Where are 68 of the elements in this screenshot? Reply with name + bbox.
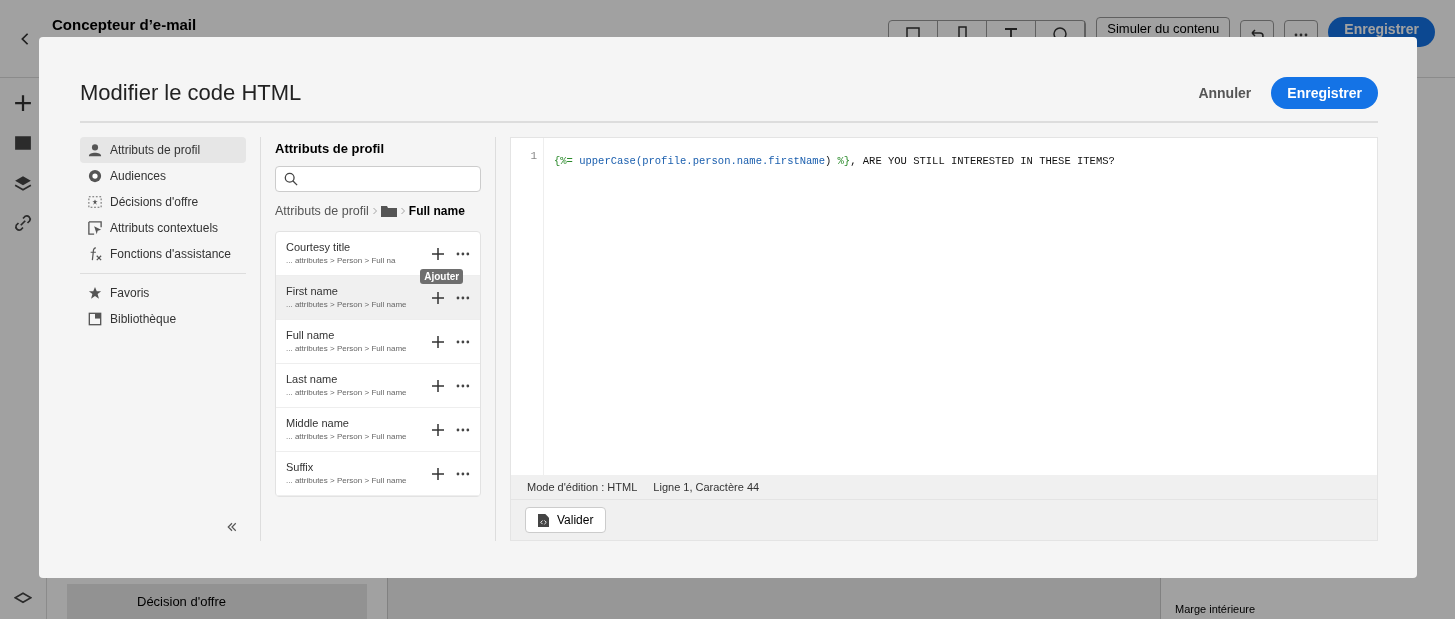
attribute-path: ... attributes > Person > Full name [286, 388, 407, 398]
attribute-path: ... attributes > Person > Full name [286, 344, 407, 354]
attribute-path: ... attributes > Person > Full na [286, 256, 396, 266]
nav-item[interactable]: Favoris [80, 280, 246, 306]
attribute-path: ... attributes > Person > Full name [286, 300, 407, 310]
attribute-path: ... attributes > Person > Full name [286, 476, 407, 486]
document-icon [538, 513, 549, 527]
add-icon[interactable] [432, 335, 445, 348]
star-icon [88, 286, 102, 300]
attribute-path: ... attributes > Person > Full name [286, 432, 407, 442]
nav-item[interactable]: Fonctions d'assistance [80, 241, 246, 267]
nav-item[interactable]: Audiences [80, 163, 246, 189]
attribute-row[interactable]: Full name ... attributes > Person > Full name [276, 320, 480, 364]
attribute-name: First name [286, 285, 338, 297]
cancel-button[interactable]: Annuler [1192, 84, 1258, 102]
add-icon[interactable] [432, 247, 445, 260]
nav-item[interactable]: Bibliothèque [80, 306, 246, 332]
folder-icon[interactable] [380, 205, 397, 217]
save-button[interactable]: Enregistrer [1271, 77, 1378, 109]
attribute-name: Courtesy title [286, 241, 351, 253]
person-icon [88, 143, 102, 157]
add-icon[interactable] [432, 467, 445, 480]
link-icon[interactable] [14, 214, 32, 232]
attribute-name: Suffix [286, 461, 314, 473]
add-icon[interactable] [432, 423, 445, 436]
breadcrumb-current: Full name [408, 204, 465, 218]
attribute-name: Full name [286, 329, 335, 341]
tooltip: Ajouter [420, 268, 464, 284]
chevron-icon [371, 207, 378, 215]
collapse-icon[interactable] [226, 521, 238, 533]
breadcrumb-link[interactable]: Attributs de profil [275, 204, 369, 218]
cursor-icon [88, 221, 102, 235]
line-number: 1 [530, 150, 537, 162]
edit-mode: Mode d'édition : HTML [527, 481, 638, 493]
nav-item[interactable]: Décisions d'offre [80, 189, 246, 215]
dialog-title: Modifier le code HTML [80, 80, 302, 106]
attribute-name: Middle name [286, 417, 349, 429]
attribute-row[interactable]: Middle name ... attributes > Person > Full name [276, 408, 480, 452]
add-icon[interactable] [432, 379, 445, 392]
cursor-position: Ligne 1, Caractère 44 [653, 481, 760, 493]
attribute-name: Last name [286, 373, 338, 385]
add-icon[interactable] [14, 94, 32, 112]
attribute-row[interactable]: Last name ... attributes > Person > Full name [276, 364, 480, 408]
validate-button[interactable]: Valider [525, 507, 607, 533]
layers-icon[interactable] [14, 174, 32, 192]
more-icon[interactable] [456, 295, 470, 300]
search-icon [284, 172, 298, 186]
more-icon[interactable] [456, 251, 470, 256]
book-icon [88, 312, 102, 326]
padding-label: Marge intérieure [1175, 603, 1257, 615]
star-frame-icon [88, 195, 102, 209]
target-icon [88, 169, 102, 183]
more-icon [1294, 33, 1309, 37]
function-icon [88, 247, 102, 261]
more-icon[interactable] [456, 427, 470, 432]
nav-item[interactable]: Attributs de profil [80, 137, 246, 163]
more-icon[interactable] [456, 383, 470, 388]
more-icon[interactable] [456, 339, 470, 344]
chevron-icon [399, 207, 406, 215]
nav-item[interactable]: Attributs contextuels [80, 215, 246, 241]
code-line[interactable]: {%= upperCase(profile.person.name.firstName) %}, ARE YOU STILL INTERESTED IN THESE ITEMS? [554, 155, 1115, 167]
app-title: Concepteur d’e-mail [52, 16, 197, 33]
offer-item[interactable]: Décision d'offre [67, 584, 367, 619]
panel-heading: Attributs de profil [275, 140, 386, 158]
add-icon[interactable] [432, 291, 445, 304]
search-field[interactable] [275, 166, 481, 192]
attribute-row[interactable]: Suffix ... attributes > Person > Full name [276, 452, 480, 496]
more-icon[interactable] [456, 471, 470, 476]
